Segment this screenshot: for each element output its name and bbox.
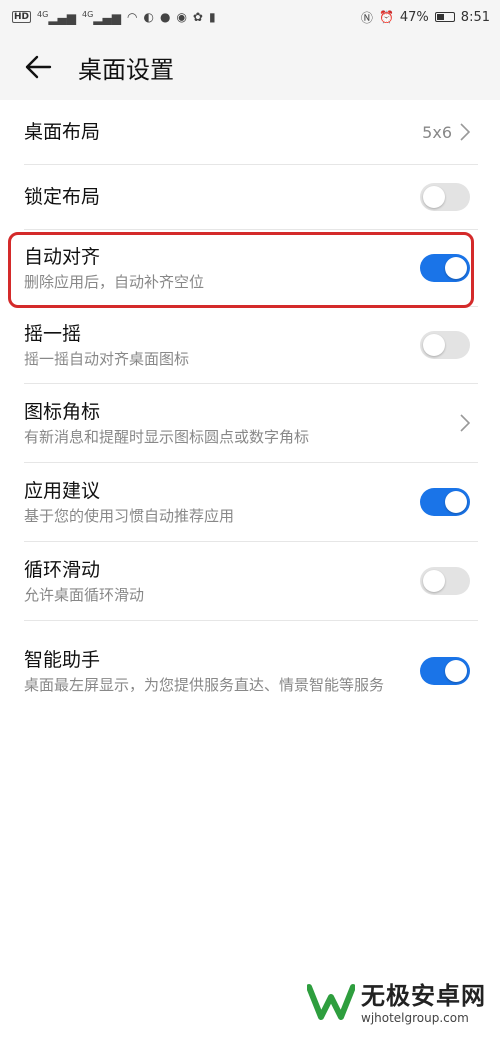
watermark-title: 无极安卓网: [361, 982, 486, 1010]
shake-toggle[interactable]: [420, 331, 470, 359]
chevron-right-icon: [460, 123, 470, 141]
setting-label: 桌面布局: [24, 121, 101, 143]
setting-description: 删除应用后，自动补齐空位: [24, 272, 205, 291]
setting-icon-badges[interactable]: 图标角标 有新消息和提醒时显示图标圆点或数字角标: [0, 384, 500, 462]
lock-layout-toggle[interactable]: [420, 183, 470, 211]
watermark-url: wjhotelgroup.com: [361, 1011, 469, 1025]
chevron-right-icon: [460, 414, 470, 432]
clock: 8:51: [460, 9, 490, 25]
robot-icon: ✿: [192, 10, 203, 24]
signal-icon-2: 4G▂▄▆: [82, 9, 121, 25]
app-icon: ◉: [176, 10, 187, 24]
toggle-knob: [445, 491, 467, 513]
setting-label: 应用建议: [24, 479, 101, 502]
signal-icon: 4G▂▄▆: [37, 9, 76, 25]
wifi-icon: ◠: [126, 10, 138, 24]
back-button[interactable]: [22, 51, 54, 83]
setting-description: 基于您的使用习惯自动推荐应用: [24, 506, 235, 525]
toggle-knob: [445, 660, 467, 682]
watermark: 无极安卓网 wjhotelgroup.com: [307, 976, 486, 1025]
setting-desktop-layout[interactable]: 桌面布局 5x6: [0, 100, 500, 164]
app-suggestions-toggle[interactable]: [420, 488, 470, 516]
back-arrow-icon: [25, 55, 52, 79]
toggle-knob: [423, 334, 445, 356]
setting-description: 桌面最左屏显示，为您提供服务直达、情景智能等服务: [24, 675, 385, 694]
setting-label: 锁定布局: [24, 186, 101, 208]
setting-label: 智能助手: [24, 648, 101, 671]
setting-shake[interactable]: 摇一摇 摇一摇自动对齐桌面图标: [0, 307, 500, 383]
smart-assistant-toggle[interactable]: [420, 657, 470, 685]
hd-icon: HD: [12, 11, 32, 23]
status-bar: HD 4G▂▄▆ 4G▂▄▆ ◠ ◐ ● ◉ ✿ ▮ Ⓝ ⏰ 47% 8:51: [0, 0, 500, 34]
setting-label: 自动对齐: [24, 245, 101, 268]
notification-icon: ◐: [143, 10, 154, 24]
nfc-icon: Ⓝ: [360, 10, 373, 25]
watermark-logo-icon: [307, 983, 355, 1020]
battery-icon: [434, 12, 455, 22]
setting-lock-layout[interactable]: 锁定布局: [0, 165, 500, 229]
toggle-knob: [423, 570, 445, 592]
setting-label: 图标角标: [24, 400, 101, 423]
toggle-knob: [423, 186, 445, 208]
page-title: 桌面设置: [78, 55, 174, 84]
setting-smart-assistant[interactable]: 智能助手 桌面最左屏显示，为您提供服务直达、情景智能等服务: [0, 621, 500, 721]
settings-list: 桌面布局 5x6 锁定布局 自动对齐 删除应用后，自动补齐空位 摇一摇 摇一摇自…: [0, 100, 500, 1039]
setting-label: 摇一摇: [24, 322, 82, 345]
toggle-knob: [445, 257, 467, 279]
loop-scroll-toggle[interactable]: [420, 567, 470, 595]
auto-align-toggle[interactable]: [420, 254, 470, 282]
setting-loop-scroll[interactable]: 循环滑动 允许桌面循环滑动: [0, 542, 500, 620]
setting-value: 5x6: [422, 122, 452, 142]
phone-icon: ▮: [208, 10, 216, 24]
setting-description: 有新消息和提醒时显示图标圆点或数字角标: [24, 427, 310, 446]
setting-app-suggestions[interactable]: 应用建议 基于您的使用习惯自动推荐应用: [0, 463, 500, 541]
app-bar: 桌面设置: [0, 34, 500, 100]
setting-auto-align[interactable]: 自动对齐 删除应用后，自动补齐空位: [0, 230, 500, 306]
setting-description: 允许桌面循环滑动: [24, 585, 145, 604]
battery-percent: 47%: [399, 9, 429, 25]
alarm-icon: ⏰: [378, 10, 394, 24]
setting-label: 循环滑动: [24, 558, 101, 581]
setting-description: 摇一摇自动对齐桌面图标: [24, 349, 190, 368]
chat-icon: ●: [159, 10, 171, 24]
